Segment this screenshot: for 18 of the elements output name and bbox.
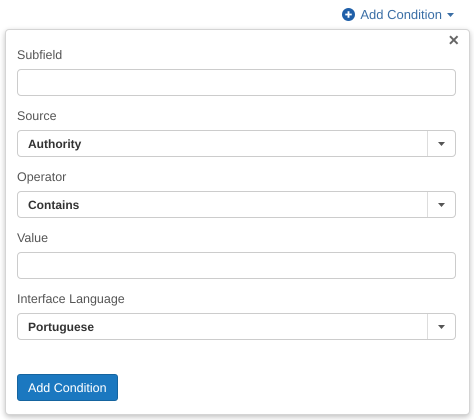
plus-circle-icon xyxy=(342,8,356,21)
select-field[interactable]: Portuguese xyxy=(17,313,456,340)
select-field[interactable]: Authority xyxy=(17,130,456,157)
field-label: Interface Language xyxy=(17,292,126,306)
add-condition-link[interactable]: Add Condition xyxy=(342,4,454,25)
input-field[interactable] xyxy=(17,69,456,96)
field-label: Source xyxy=(17,109,58,123)
field-label: Operator xyxy=(17,170,68,184)
caret-icon xyxy=(438,202,445,206)
field-label: Subfield xyxy=(17,48,64,62)
field-label: Value xyxy=(17,231,50,245)
caret-icon xyxy=(438,142,445,146)
input-field[interactable] xyxy=(17,252,456,279)
caret-icon xyxy=(438,324,445,328)
close-button[interactable]: × xyxy=(448,30,459,51)
caret-icon xyxy=(447,12,454,16)
add-condition-button[interactable]: Add Condition xyxy=(17,374,118,401)
select-field[interactable]: Contains xyxy=(17,191,456,218)
